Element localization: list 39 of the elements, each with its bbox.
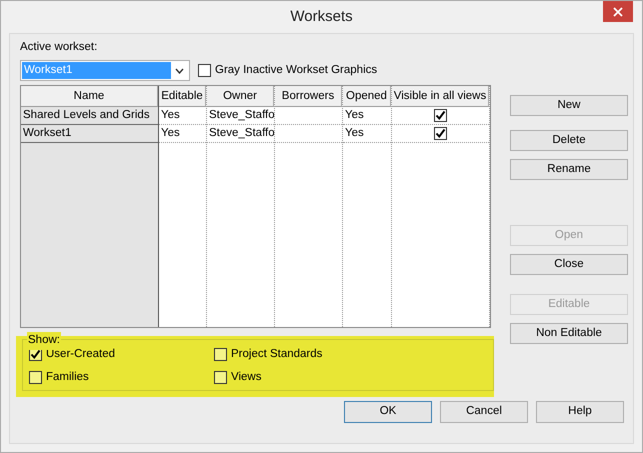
row-header[interactable]: Shared Levels and Grids bbox=[21, 107, 158, 126]
checkbox[interactable] bbox=[29, 370, 42, 384]
checkbox[interactable] bbox=[434, 127, 447, 140]
table-cell: Yes bbox=[343, 125, 391, 144]
side-button[interactable]: Rename bbox=[510, 159, 628, 180]
side-button[interactable]: Close bbox=[510, 254, 628, 276]
checkbox[interactable] bbox=[214, 370, 227, 384]
table-cell: Yes bbox=[343, 107, 391, 126]
column-header[interactable]: Editable bbox=[159, 86, 206, 108]
close-button[interactable] bbox=[603, 1, 633, 22]
checkbox-label: Families bbox=[46, 370, 89, 384]
checkbox[interactable] bbox=[198, 64, 211, 78]
table-cell: Yes bbox=[159, 107, 206, 126]
column-header[interactable]: Name bbox=[21, 86, 158, 108]
close-icon bbox=[613, 6, 623, 16]
table-cell: Steve_Staffo bbox=[207, 107, 274, 126]
dialog-button[interactable]: Help bbox=[536, 400, 624, 423]
dialog-button[interactable]: OK bbox=[344, 400, 432, 423]
table-cell: Yes bbox=[159, 125, 206, 144]
caret-icon bbox=[175, 68, 184, 74]
column-header[interactable]: Borrowers bbox=[275, 86, 342, 108]
column-header[interactable]: Opened bbox=[343, 86, 391, 108]
row-header[interactable]: Workset1 bbox=[21, 125, 158, 144]
window-title: Worksets bbox=[290, 6, 353, 27]
side-button[interactable]: New bbox=[510, 95, 628, 116]
checkbox-label: Views bbox=[231, 370, 262, 384]
column-header[interactable]: Owner bbox=[207, 86, 274, 108]
table-cell: Steve_Staffo bbox=[207, 125, 274, 144]
dialog-button[interactable]: Cancel bbox=[440, 400, 528, 423]
column-header[interactable]: Visible in all views bbox=[392, 86, 489, 108]
checkbox[interactable] bbox=[434, 109, 447, 122]
side-button[interactable]: Non Editable bbox=[510, 323, 628, 344]
checkbox-label: User-Created bbox=[46, 347, 116, 362]
checkbox-label: Project Standards bbox=[231, 347, 322, 362]
side-button[interactable]: Delete bbox=[510, 130, 628, 152]
field-label: Active workset: bbox=[20, 40, 98, 55]
group-label: Show: bbox=[27, 332, 61, 350]
checkbox[interactable] bbox=[214, 348, 227, 362]
checkbox-label: Gray Inactive Workset Graphics bbox=[215, 63, 378, 78]
